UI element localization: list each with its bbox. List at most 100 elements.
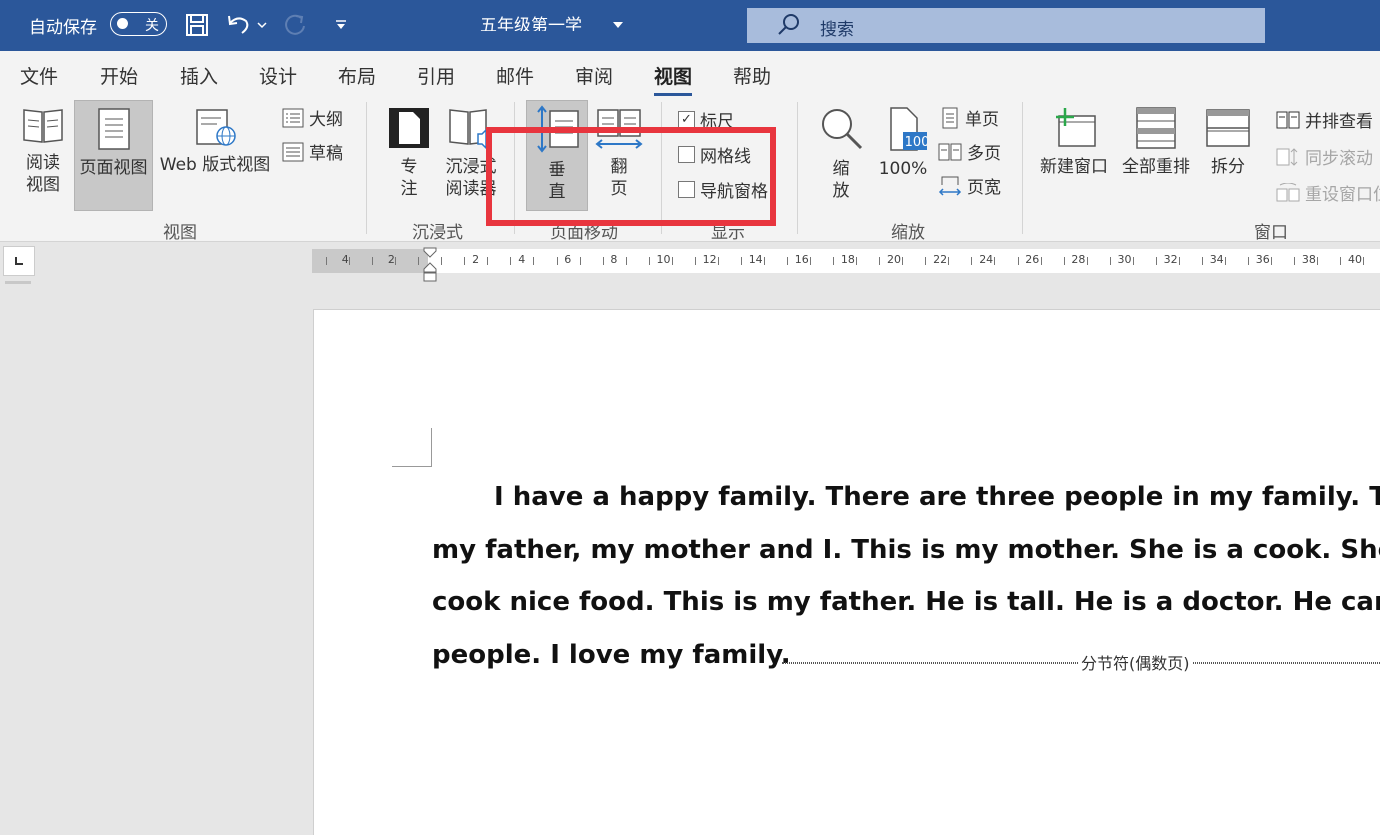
tab-view[interactable]: 视图 — [654, 62, 693, 96]
highlight-annotation — [486, 127, 776, 226]
ruler-number: 34 — [1209, 253, 1224, 266]
read-mode-icon — [23, 109, 63, 143]
split-button[interactable]: 拆分 — [1202, 106, 1254, 178]
multiple-pages-label: 多页 — [967, 144, 1001, 164]
tab-help[interactable]: 帮助 — [733, 62, 771, 89]
ruler-tick — [1294, 257, 1296, 265]
ruler-tick — [1363, 257, 1365, 265]
autosave-label: 自动保存 — [29, 18, 97, 38]
outline-button[interactable]: 大纲 — [282, 105, 343, 130]
sync-scroll-button[interactable]: 同步滚动 — [1276, 144, 1373, 169]
print-layout-button[interactable]: 页面视图 — [74, 100, 153, 211]
zoom-100-label: 100% — [878, 159, 928, 179]
autosave-toggle[interactable]: 关 — [110, 12, 167, 36]
ruler-tick — [602, 257, 604, 265]
search-box[interactable]: 搜索 — [747, 8, 1265, 43]
document-title: 五年级第一学 — [480, 16, 582, 31]
print-layout-icon — [97, 108, 130, 150]
multiple-pages-button[interactable]: 多页 — [938, 139, 1001, 164]
paragraph-line: cook nice food. This is my father. He is… — [432, 587, 1380, 617]
arrange-all-label: 全部重排 — [1122, 157, 1190, 177]
ruler-number: 6 — [564, 253, 572, 266]
arrange-all-button[interactable]: 全部重排 — [1118, 106, 1194, 178]
view-side-by-side-button[interactable]: 并排查看 — [1276, 107, 1373, 132]
group-separator — [366, 102, 367, 234]
customize-qat-icon[interactable] — [328, 11, 354, 39]
ruler-number: 8 — [610, 253, 618, 266]
left-tab-icon — [15, 257, 23, 265]
group-label-zoom: 缩放 — [891, 223, 925, 243]
one-page-icon — [942, 107, 958, 128]
ruler-number: 18 — [840, 253, 855, 266]
ruler-tick — [1132, 257, 1134, 265]
ruler-tick — [1155, 257, 1157, 265]
title-bar: 自动保存 关 五年级第一学 搜索 — [0, 0, 1380, 51]
tab-insert[interactable]: 插入 — [180, 62, 218, 89]
reset-window-label: 重设窗口位 — [1305, 185, 1380, 205]
zoom-button[interactable]: 缩 放 — [814, 106, 868, 202]
ruler-number: 22 — [933, 253, 948, 266]
ruler-tick — [395, 257, 397, 265]
vertical-ruler-stub — [5, 281, 31, 284]
tab-layout[interactable]: 布局 — [338, 62, 376, 89]
ruler-tick — [717, 257, 719, 265]
draft-button[interactable]: 草稿 — [282, 139, 343, 164]
zoom-100-button[interactable]: 100 100% — [874, 106, 932, 180]
tab-stop-selector[interactable] — [3, 246, 35, 276]
tab-design[interactable]: 设计 — [259, 62, 297, 89]
tab-file[interactable]: 文件 — [20, 62, 58, 89]
ruler-tick — [810, 257, 812, 265]
tab-home[interactable]: 开始 — [100, 62, 138, 89]
ruler-number: 40 — [1348, 253, 1362, 266]
read-mode-label: 阅读 视图 — [26, 153, 60, 195]
ruler-number: 20 — [887, 253, 901, 266]
focus-button[interactable]: 专 注 — [385, 106, 433, 200]
ruler-number: 10 — [656, 253, 671, 266]
outline-icon — [282, 108, 304, 127]
ruler-tick — [1340, 257, 1342, 265]
ruler-strip: 4 2 2 4 6 8 10 12 14 16 18 20 22 24 26 28 30 32 34 36 38 40 — [0, 243, 1380, 284]
undo-icon[interactable] — [226, 11, 252, 39]
side-by-side-icon — [1276, 111, 1300, 128]
page-width-icon — [938, 176, 962, 196]
zoom-label: 缩 放 — [832, 159, 850, 201]
tab-review[interactable]: 审阅 — [575, 62, 613, 89]
group-label-views: 视图 — [163, 223, 197, 243]
indent-marker-icon[interactable] — [422, 247, 438, 283]
draft-label: 草稿 — [309, 144, 343, 164]
ruler-tick — [487, 257, 489, 265]
ruler-tick — [464, 257, 466, 265]
tab-mailings[interactable]: 邮件 — [496, 62, 534, 89]
ruler-tick — [787, 257, 788, 265]
paragraph-line: people. I love my family. — [432, 640, 791, 670]
title-dropdown-icon[interactable] — [612, 15, 624, 34]
tab-references[interactable]: 引用 — [417, 62, 455, 89]
group-label-window: 窗口 — [1254, 223, 1288, 243]
reset-window-icon — [1276, 182, 1300, 201]
ruler-tick — [533, 257, 535, 265]
search-icon — [775, 12, 801, 42]
ruler-left-margin — [312, 249, 428, 273]
new-window-button[interactable]: 新建窗口 — [1036, 106, 1112, 178]
ruler-tick — [625, 257, 627, 265]
save-icon[interactable] — [184, 11, 210, 39]
one-page-button[interactable]: 单页 — [940, 105, 999, 130]
ruler-number: 14 — [748, 253, 763, 266]
focus-label: 专 注 — [400, 157, 418, 199]
document-page[interactable]: I have a happy family. There are three p… — [313, 309, 1380, 835]
horizontal-ruler[interactable]: 4 2 2 4 6 8 10 12 14 16 18 20 22 24 26 28 30 32 34 36 38 40 — [312, 247, 1380, 282]
sync-scroll-icon — [1276, 147, 1298, 166]
ruler-tick — [694, 257, 696, 265]
ruler-tick — [1063, 257, 1065, 265]
ruler-number: 16 — [794, 253, 809, 266]
reset-window-position-button[interactable]: 重设窗口位 — [1276, 180, 1380, 205]
zoom-magnifier-icon — [822, 109, 863, 150]
undo-dropdown-icon[interactable] — [254, 11, 270, 39]
page-100-icon: 100 — [890, 107, 931, 151]
web-layout-button[interactable]: Web 版式视图 — [155, 106, 275, 176]
toggle-knob — [117, 18, 128, 29]
ruler-number: 36 — [1255, 253, 1270, 266]
ruler-tick — [994, 257, 996, 265]
read-mode-button[interactable]: 阅读 视图 — [12, 104, 74, 196]
page-width-button[interactable]: 页宽 — [938, 173, 1001, 198]
